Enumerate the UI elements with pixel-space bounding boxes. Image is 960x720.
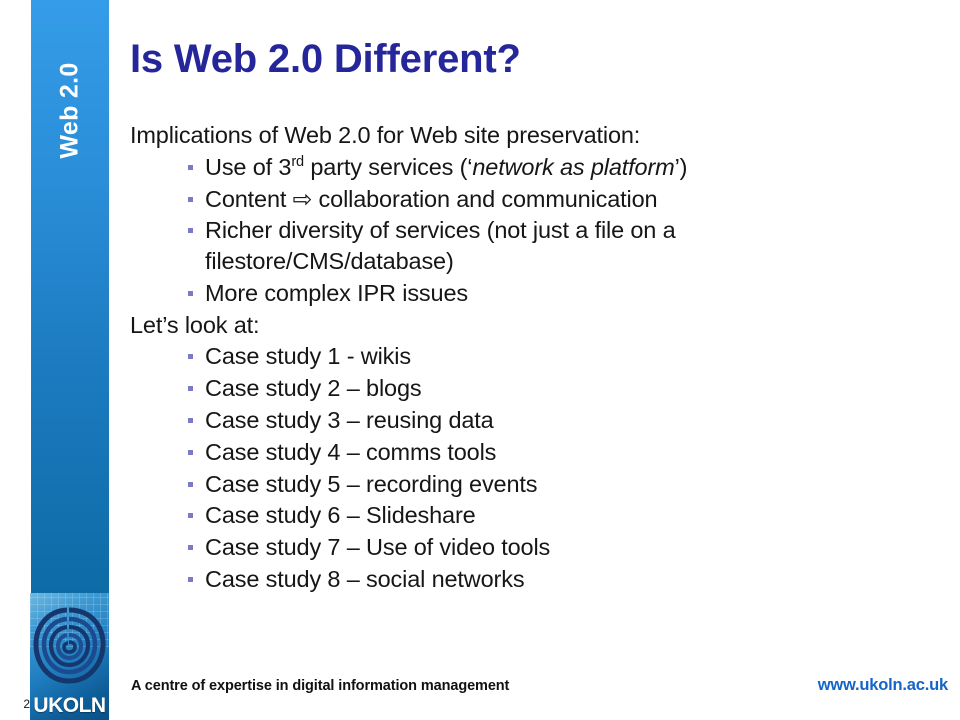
bullet-item-case-study-1: Case study 1 - wikis (130, 341, 820, 372)
bullet-item-case-study-5: Case study 5 – recording events (130, 469, 820, 500)
bullet-text-post: ’) (674, 153, 688, 180)
ukoln-wordmark: UKOLN (33, 694, 106, 717)
bullet-item-case-study-3: Case study 3 – reusing data (130, 405, 820, 436)
bullet-text: Case study 6 – Slideshare (205, 502, 476, 529)
bullet-item-case-study-7: Case study 7 – Use of video tools (130, 532, 820, 563)
bullet-dot-icon (188, 545, 193, 551)
bullet-text: Case study 3 – reusing data (205, 407, 494, 434)
bullet-text-italic: network as platform (472, 153, 675, 180)
bullet-dot-icon (188, 354, 193, 360)
bullet-dot-icon (188, 449, 193, 455)
side-banner-label-wrap: Web 2.0 (31, 0, 109, 593)
side-banner-label: Web 2.0 (55, 62, 84, 159)
bullet-text-mid: party services (‘ (303, 153, 473, 180)
bullet-dot-icon (188, 513, 193, 519)
ukoln-spiral-icon (33, 607, 106, 684)
bullet-text: Case study 2 – blogs (205, 375, 422, 402)
bullet-item-content-collaboration: Content ⇨ collaboration and communicatio… (130, 184, 820, 215)
bullet-item-3rd-party: Use of 3rd party services (‘network as p… (130, 152, 820, 183)
bullet-text: More complex IPR issues (205, 279, 468, 306)
bullet-dot-icon (188, 418, 193, 424)
bullet-text: Case study 8 – social networks (205, 565, 525, 592)
slide-body: Implications of Web 2.0 for Web site pre… (130, 120, 820, 596)
bullet-dot-icon (188, 481, 193, 487)
bullet-item-richer-diversity: Richer diversity of services (not just a… (130, 215, 820, 277)
bullet-dot-icon (188, 228, 193, 234)
bullet-text: Case study 4 – comms tools (205, 438, 497, 465)
bullet-dot-icon (188, 386, 193, 392)
bullet-text: Case study 1 - wikis (205, 343, 411, 370)
bullet-text: Content ⇨ collaboration and communicatio… (205, 185, 658, 212)
intro-line: Implications of Web 2.0 for Web site pre… (130, 122, 641, 148)
footer-tagline: A centre of expertise in digital informa… (131, 678, 510, 694)
bullet-item-case-study-6: Case study 6 – Slideshare (130, 500, 820, 531)
bullet-dot-icon (188, 576, 193, 582)
bullet-text-pre: Use of 3 (205, 153, 292, 180)
slide-canvas: Web 2.0 UKOLN 2 Is Web 2.0 Different? Im… (0, 0, 960, 720)
bullet-dot-icon (188, 290, 193, 296)
ukoln-logo: UKOLN (30, 593, 109, 720)
bullet-text-superscript: rd (291, 153, 304, 170)
bullet-text: Case study 5 – recording events (205, 470, 538, 497)
bullet-item-case-study-8: Case study 8 – social networks (130, 564, 820, 595)
slide-title: Is Web 2.0 Different? (130, 37, 521, 81)
bullet-item-ipr-issues: More complex IPR issues (130, 278, 820, 309)
bullet-dot-icon (188, 164, 193, 170)
bullet-item-case-study-2: Case study 2 – blogs (130, 373, 820, 404)
bullet-dot-icon (188, 196, 193, 202)
lets-look-at-line: Let’s look at: (130, 311, 260, 338)
slide-number: 2 (23, 697, 30, 711)
bullet-text: Case study 7 – Use of video tools (205, 534, 551, 561)
bullet-text: Richer diversity of services (not just a… (205, 217, 676, 275)
side-banner: Web 2.0 (31, 0, 109, 593)
footer-url[interactable]: www.ukoln.ac.uk (818, 676, 948, 695)
bullet-item-case-study-4: Case study 4 – comms tools (130, 437, 820, 468)
